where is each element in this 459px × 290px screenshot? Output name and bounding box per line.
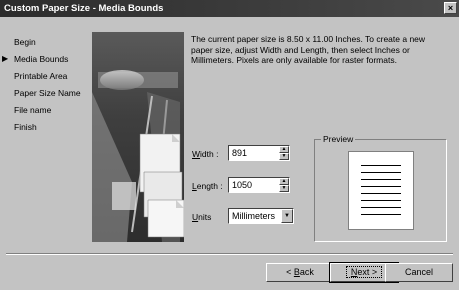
text-line	[361, 193, 401, 194]
length-down-button[interactable]: ▼	[279, 185, 289, 192]
spin-up-icon: ▲	[281, 146, 287, 152]
units-label: Units	[192, 212, 211, 222]
plotter-and-paper-image	[92, 70, 184, 242]
footer-divider	[6, 253, 453, 255]
text-line	[361, 214, 401, 215]
length-value[interactable]: 1050	[232, 180, 252, 190]
units-label-text: nits	[198, 212, 212, 222]
width-spinbox[interactable]: 891 ▲ ▼	[228, 145, 290, 161]
title-bar[interactable]: Custom Paper Size - Media Bounds ×	[0, 0, 459, 17]
spin-down-icon: ▼	[281, 153, 287, 159]
step-label: Printable Area	[14, 71, 68, 81]
back-button[interactable]: < Back	[266, 263, 334, 282]
step-label: Paper Size Name	[14, 88, 81, 98]
units-dropdown-button[interactable]: ▼	[281, 209, 293, 223]
text-line	[361, 172, 401, 173]
window-title: Custom Paper Size - Media Bounds	[4, 3, 164, 14]
width-down-button[interactable]: ▼	[279, 153, 289, 160]
instructions-text: The current paper size is 8.50 x 11.00 I…	[191, 34, 426, 65]
wizard-illustration	[92, 32, 184, 242]
step-label: Finish	[14, 122, 37, 132]
back-label-text: ack	[299, 267, 314, 277]
width-label-accel: W	[192, 149, 201, 159]
text-line	[361, 179, 401, 180]
next-focus-ring: Next >	[345, 266, 383, 278]
length-up-button[interactable]: ▲	[279, 178, 289, 185]
units-dropdown[interactable]: Millimeters ▼	[228, 208, 294, 224]
text-line	[361, 200, 401, 201]
current-step-arrow-icon: ▶	[2, 54, 9, 63]
close-button[interactable]: ×	[444, 2, 457, 14]
text-line	[361, 207, 401, 208]
preview-legend: Preview	[321, 134, 356, 144]
next-label-text: ext >	[357, 267, 378, 277]
step-printable-area: Printable Area	[14, 70, 67, 82]
step-media-bounds: ▶ Media Bounds	[2, 53, 69, 65]
width-value[interactable]: 891	[232, 148, 247, 158]
back-label-prefix: <	[286, 267, 294, 277]
step-label: Begin	[14, 37, 36, 47]
length-label-text: ength :	[196, 181, 223, 191]
width-label: Width :	[192, 149, 218, 159]
length-spinner: ▲ ▼	[279, 178, 289, 192]
chevron-down-icon: ▼	[284, 213, 290, 219]
paper-preview	[348, 151, 414, 230]
step-label: Media Bounds	[14, 54, 69, 64]
step-begin: Begin	[14, 36, 36, 48]
step-label: File name	[14, 105, 52, 115]
cancel-button[interactable]: Cancel	[385, 263, 453, 282]
spin-down-icon: ▼	[281, 185, 287, 191]
step-finish: Finish	[14, 121, 37, 133]
width-up-button[interactable]: ▲	[279, 146, 289, 153]
close-icon: ×	[447, 3, 454, 13]
spin-up-icon: ▲	[281, 178, 287, 184]
text-line	[361, 186, 401, 187]
text-line	[361, 165, 401, 166]
width-spinner: ▲ ▼	[279, 146, 289, 160]
length-label: Length :	[192, 181, 223, 191]
custom-paper-size-dialog: Custom Paper Size - Media Bounds × Begin…	[0, 0, 459, 290]
width-label-text: idth :	[200, 149, 219, 159]
preview-group: Preview	[314, 134, 447, 242]
step-paper-size-name: Paper Size Name	[14, 87, 81, 99]
units-value: Millimeters	[232, 211, 276, 221]
length-spinbox[interactable]: 1050 ▲ ▼	[228, 177, 290, 193]
step-file-name: File name	[14, 104, 51, 116]
